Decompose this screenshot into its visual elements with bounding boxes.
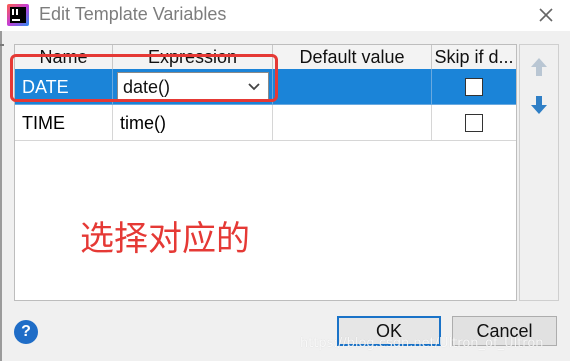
close-button[interactable] (534, 3, 558, 27)
column-header-name[interactable]: Name (15, 45, 113, 69)
cell-skip-if-defined (432, 69, 516, 105)
skip-if-defined-checkbox[interactable] (465, 77, 483, 96)
close-icon (539, 8, 553, 22)
arrow-up-icon (531, 58, 547, 76)
intellij-app-icon (7, 4, 29, 26)
arrow-down-icon (531, 96, 547, 114)
expression-combobox-value: date() (123, 77, 171, 97)
column-header-default-value[interactable]: Default value (273, 45, 432, 69)
move-down-button[interactable] (530, 95, 548, 115)
cell-skip-if-defined (432, 105, 516, 141)
side-toolbar (519, 44, 559, 301)
column-header-expression[interactable]: Expression (113, 45, 273, 69)
variables-table[interactable]: Name Expression Default value Skip if d.… (14, 44, 517, 301)
cell-name[interactable]: DATE (15, 69, 113, 105)
annotation-text: 选择对应的 (80, 219, 250, 259)
cell-expression[interactable]: date() (113, 69, 273, 105)
cell-default-value[interactable] (273, 105, 432, 141)
expression-combobox[interactable]: date() (117, 72, 269, 102)
help-icon: ? (21, 323, 31, 340)
move-up-button[interactable] (530, 57, 548, 77)
window-edge-notch (0, 44, 4, 46)
column-header-skip-if-defined[interactable]: Skip if d... (432, 45, 516, 69)
table-row-date[interactable]: DATE date() (15, 69, 516, 105)
watermark-text: https://blog.csdn.net/Ultron_of_Ultron (300, 336, 544, 351)
title-bar: Edit Template Variables (0, 0, 570, 31)
cell-name[interactable]: TIME (15, 105, 113, 141)
cell-expression[interactable]: time() (113, 105, 273, 141)
table-header: Name Expression Default value Skip if d.… (15, 45, 516, 70)
cell-default-value[interactable] (273, 69, 432, 105)
skip-if-defined-checkbox[interactable] (465, 113, 483, 132)
table-row-time[interactable]: TIME time() (15, 105, 516, 141)
help-button[interactable]: ? (14, 320, 38, 344)
dialog-title: Edit Template Variables (39, 4, 227, 24)
window-edge (0, 31, 2, 361)
chevron-down-icon[interactable] (248, 83, 260, 91)
